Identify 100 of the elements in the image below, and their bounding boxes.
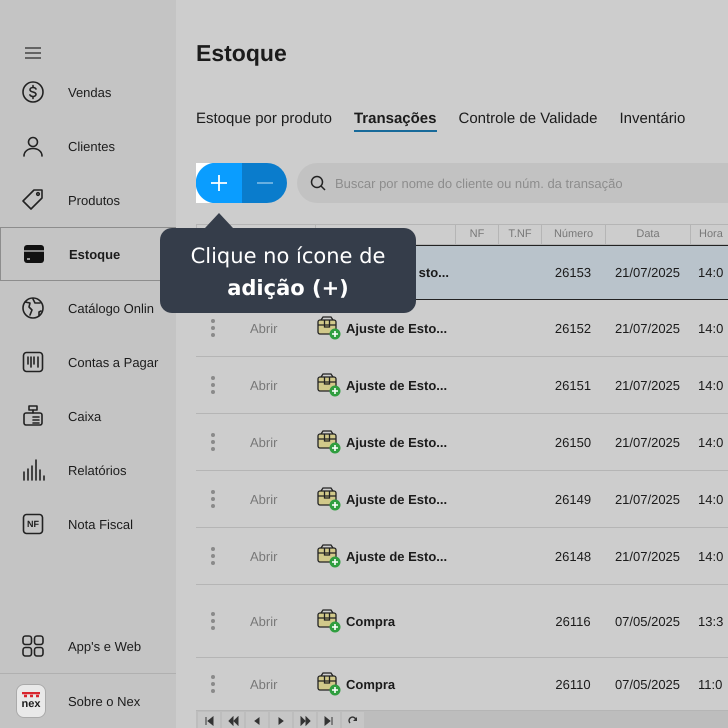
tag-icon	[21, 188, 45, 212]
transaction-date: 21/07/2025	[614, 492, 680, 506]
next-icon	[276, 716, 286, 726]
fast-forward-icon	[300, 716, 310, 726]
transaction-type: Ajuste de Esto...	[346, 548, 448, 564]
more-options-icon	[211, 433, 215, 451]
transaction-time: 14:0	[698, 548, 724, 564]
nex-logo: nex	[16, 684, 46, 718]
pagination-button[interactable]	[270, 712, 292, 728]
column-header: Número	[541, 225, 605, 244]
transaction-date: 21/07/2025	[614, 548, 680, 564]
transaction-type: sto...	[418, 265, 449, 280]
transaction-time: 14:0	[698, 265, 724, 280]
tab[interactable]: Controle de Validade	[458, 102, 598, 132]
box-plus-icon	[317, 430, 341, 454]
box-plus-icon	[317, 487, 341, 511]
minus-icon	[256, 182, 272, 184]
sidebar-item[interactable]: Clientes	[0, 119, 176, 173]
bar-chart-icon	[21, 458, 45, 482]
pagination-button[interactable]	[198, 712, 220, 728]
box-plus-icon	[317, 316, 341, 340]
pagination-button[interactable]	[342, 712, 364, 728]
transaction-type: Ajuste de Esto...	[346, 320, 448, 336]
more-options-icon	[211, 612, 215, 630]
more-options-icon	[211, 490, 215, 508]
more-options-icon	[211, 675, 215, 693]
transaction-type: Ajuste de Esto...	[346, 492, 448, 506]
transaction-number: 26153	[554, 265, 592, 280]
transaction-time: 14:0	[698, 378, 724, 392]
rewind-icon	[228, 716, 238, 726]
transaction-type: Compra	[346, 614, 396, 628]
transaction-number: 26110	[555, 676, 591, 692]
transaction-type: Compra	[346, 676, 396, 692]
apps-grid-icon	[21, 634, 45, 658]
box-plus-icon	[317, 609, 341, 633]
box-plus-icon	[317, 672, 341, 696]
transaction-time: 11:0	[698, 676, 722, 692]
sidebar-item[interactable]: Contas a Pagar	[0, 335, 176, 389]
pagination-button[interactable]	[222, 712, 244, 728]
barcode-icon	[21, 350, 45, 374]
tab[interactable]: Estoque por produto	[196, 102, 332, 132]
pagination-button[interactable]	[318, 712, 340, 728]
plus-icon	[210, 174, 228, 192]
tooltip-text: Clique no ícone de adição (+)	[190, 243, 386, 302]
more-options-icon	[211, 319, 215, 337]
pagination-button[interactable]	[294, 712, 316, 728]
column-header: Hora	[690, 225, 728, 244]
page-title: Estoque	[196, 39, 287, 68]
table-row[interactable]: Abrir Ajuste de Esto... 26150 21/07/2025 14:0	[196, 414, 728, 471]
last-page-icon	[324, 716, 334, 726]
column-header: NF	[455, 225, 498, 244]
transaction-number: 26116	[555, 614, 591, 628]
transaction-number: 26152	[554, 320, 592, 336]
pagination-button[interactable]	[246, 712, 268, 728]
sidebar-item[interactable]: nex Sobre o Nex	[0, 674, 176, 728]
sidebar-item[interactable]: Relatórios	[0, 443, 176, 497]
transaction-time: 14:0	[698, 434, 724, 450]
sidebar-item[interactable]: App's e Web	[0, 619, 176, 673]
globe-icon	[21, 296, 45, 320]
nf-document-icon: NF	[21, 512, 45, 536]
transaction-date: 21/07/2025	[614, 434, 680, 450]
box-plus-icon	[317, 373, 341, 397]
transaction-date: 07/05/2025	[614, 614, 680, 628]
sidebar-item[interactable]: Vendas	[0, 65, 176, 119]
table-row[interactable]: Abrir Ajuste de Esto... 26149 21/07/2025 14:0	[196, 471, 728, 528]
tab[interactable]: Inventário	[619, 102, 686, 132]
transaction-number: 26149	[554, 492, 592, 506]
previous-icon	[252, 716, 262, 726]
table-row[interactable]: Abrir Ajuste de Esto... 26151 21/07/2025 14:0	[196, 357, 728, 414]
column-header: T.NF	[498, 225, 541, 244]
transaction-date: 21/07/2025	[614, 320, 680, 336]
transaction-date: 21/07/2025	[614, 378, 680, 392]
refresh-icon	[348, 716, 358, 726]
transaction-time: 13:3	[698, 614, 724, 628]
person-icon	[21, 134, 45, 158]
transaction-time: 14:0	[698, 492, 724, 506]
transaction-date: 21/07/2025	[614, 265, 680, 280]
sidebar-item[interactable]: Catálogo Onlin	[0, 281, 176, 335]
transaction-type: Ajuste de Esto...	[346, 434, 448, 450]
more-options-icon	[211, 547, 215, 565]
cash-register-icon	[21, 404, 45, 428]
transaction-number: 26151	[554, 378, 592, 392]
sidebar-item[interactable]: NF Nota Fiscal	[0, 497, 176, 551]
column-header: Data	[605, 225, 690, 244]
table-row[interactable]: Abrir Ajuste de Esto... 26148 21/07/2025 14:0	[196, 528, 728, 585]
transaction-number: 26150	[554, 434, 592, 450]
transaction-type: Ajuste de Esto...	[346, 378, 448, 392]
box-plus-icon	[317, 544, 341, 568]
first-page-icon	[204, 716, 214, 726]
more-options-icon	[211, 376, 215, 394]
transaction-number: 26148	[554, 548, 592, 564]
sidebar-item[interactable]: Produtos	[0, 173, 176, 227]
remove-button[interactable]	[242, 163, 287, 203]
sidebar-item[interactable]: Caixa	[0, 389, 176, 443]
add-button[interactable]	[196, 163, 242, 203]
table-row[interactable]: Abrir Compra 26116 07/05/2025 13:3	[196, 585, 728, 658]
transaction-time: 14:0	[698, 320, 724, 336]
tab[interactable]: Transações	[354, 102, 436, 132]
dollar-icon	[21, 80, 45, 104]
transaction-date: 07/05/2025	[614, 676, 680, 692]
